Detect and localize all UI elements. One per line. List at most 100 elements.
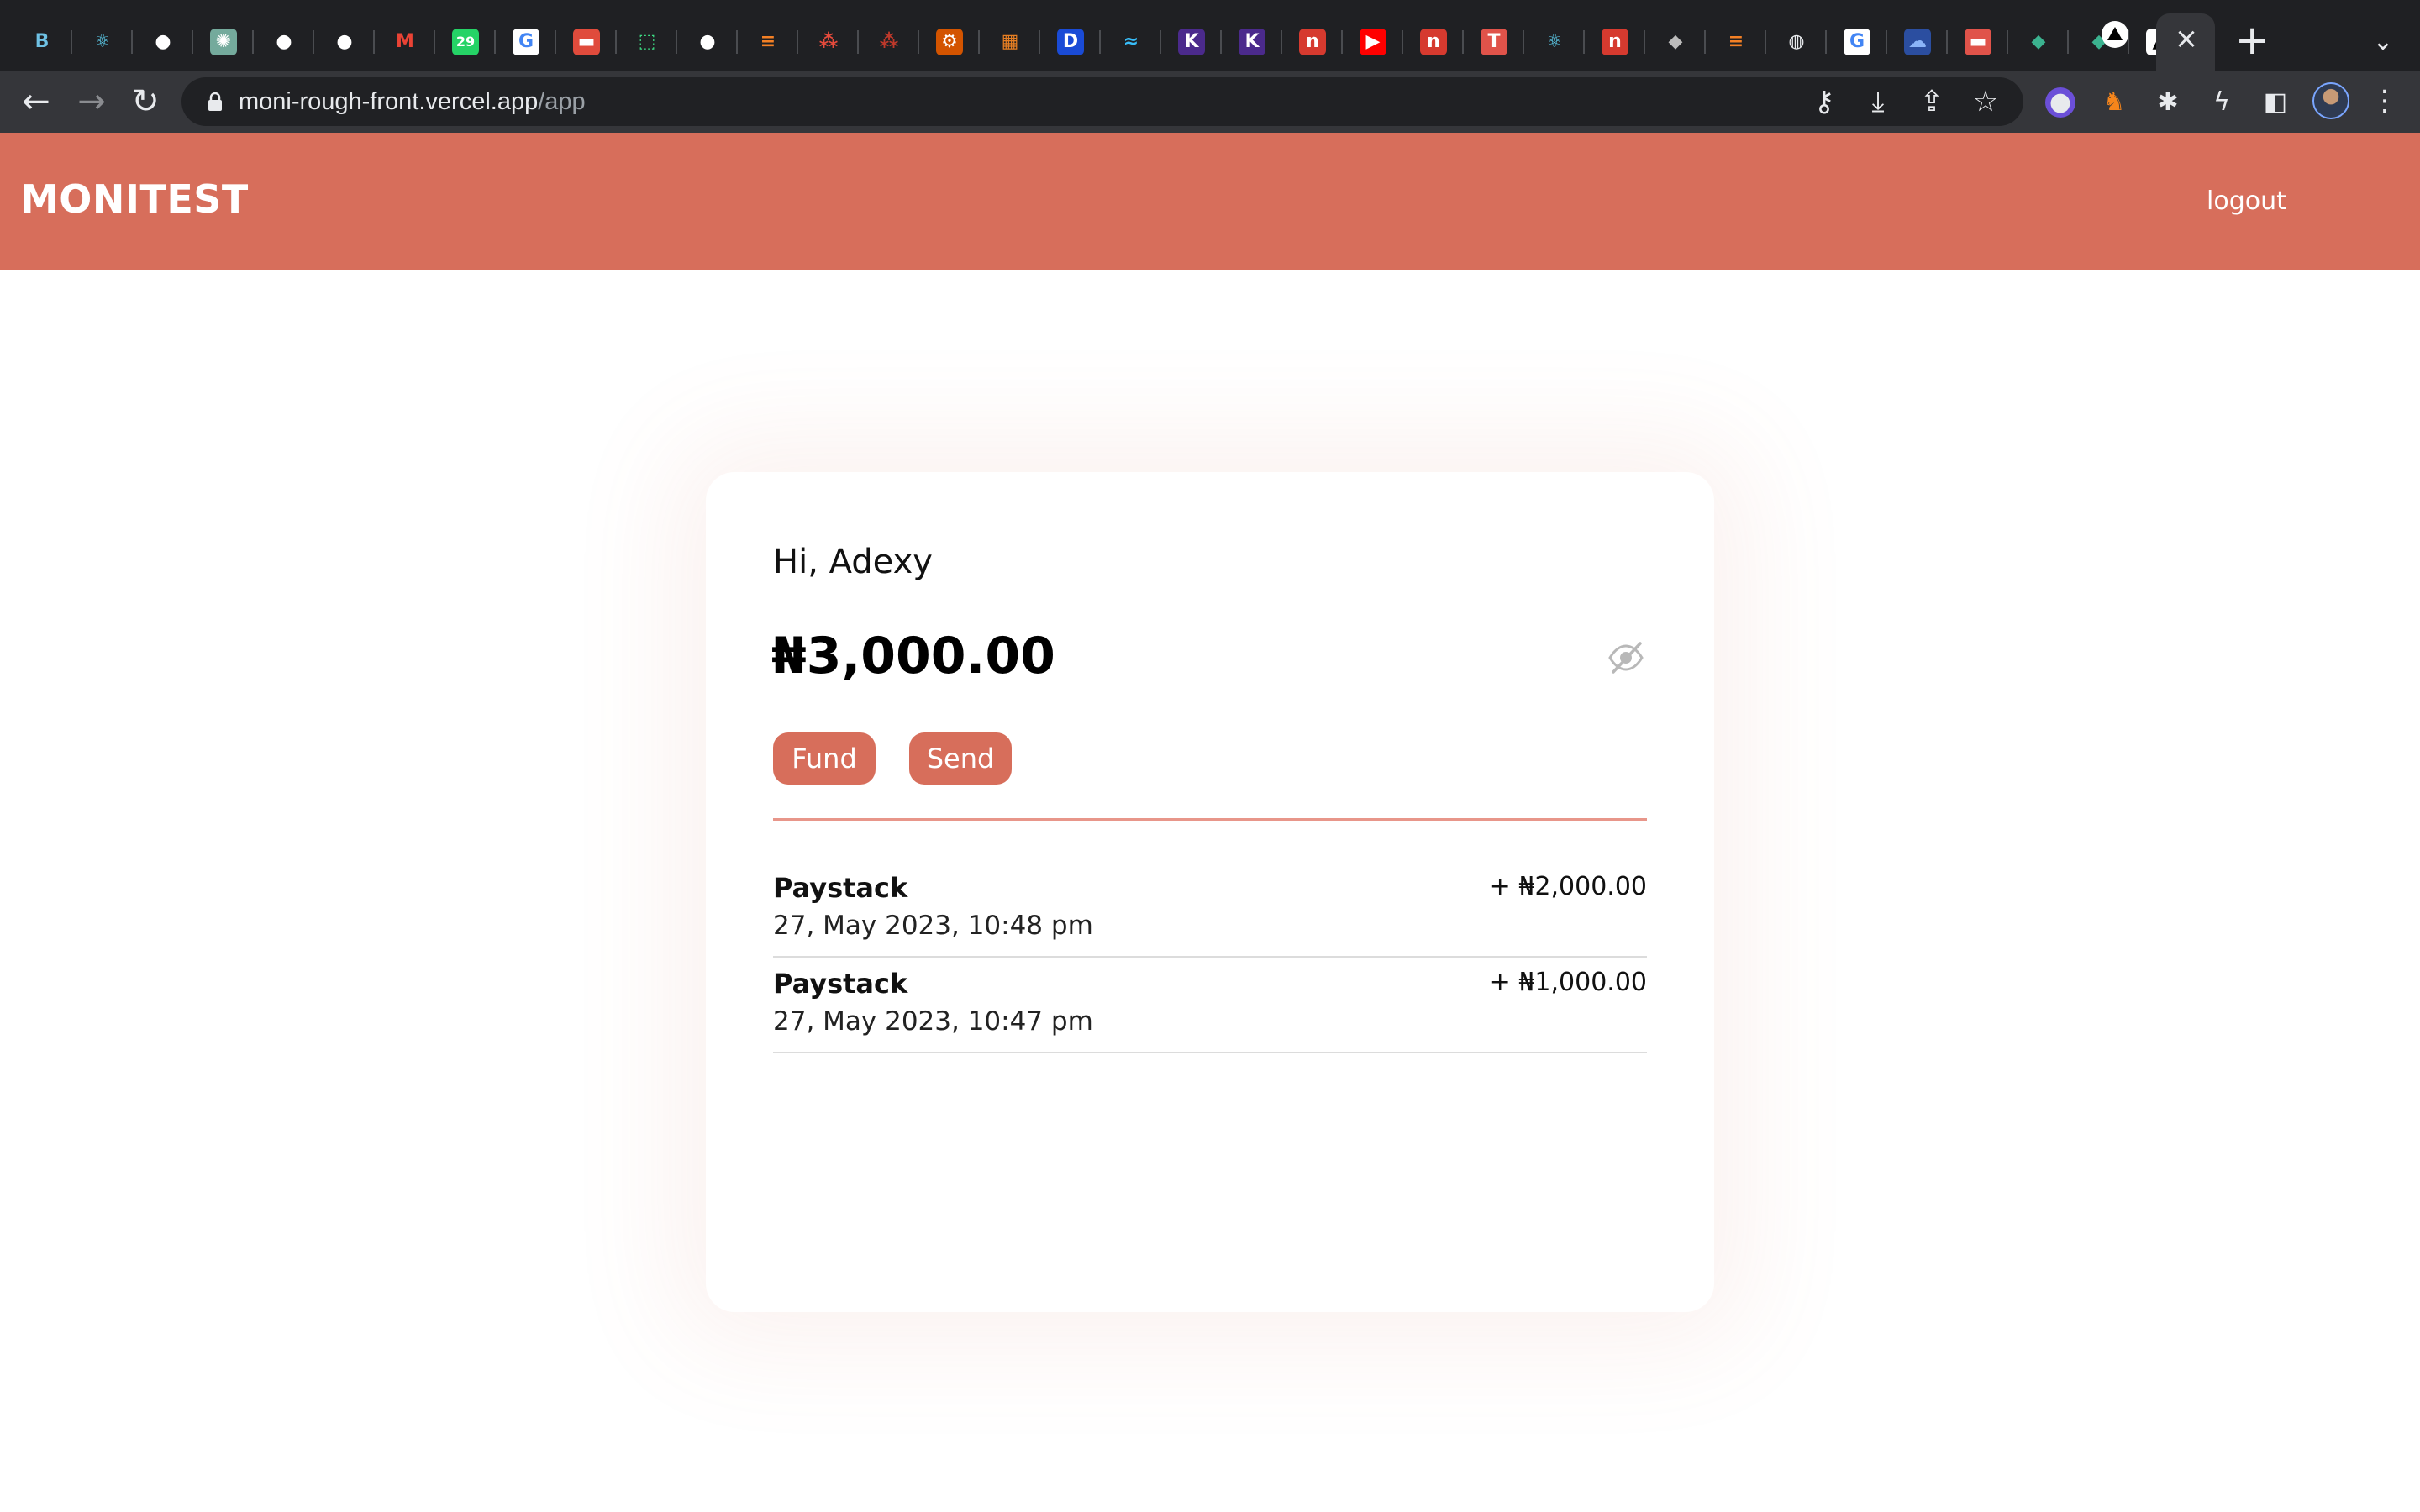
diamond-icon: ◆ xyxy=(2031,31,2046,52)
chatgpt-icon: ✺ xyxy=(210,29,237,55)
pinned-tabs: B⚛●✺●●M29G▬⬚●≡⁂⁂⚙▦D≈KKn▶nT⚛n◆≡◍G☁▬◆◆▲ xyxy=(12,18,2190,66)
pinned-tab[interactable]: n xyxy=(1403,18,1464,66)
pinned-tab[interactable]: M xyxy=(375,18,435,66)
notion-icon: n xyxy=(1602,29,1628,55)
tab-search-chevron-icon[interactable]: ⌄ xyxy=(2368,27,2398,57)
metamask-icon[interactable]: ♞ xyxy=(2099,87,2129,118)
url-host: moni-rough-front.vercel.app xyxy=(239,88,539,115)
new-tab-button[interactable]: + xyxy=(2235,20,2269,60)
dots-app-icon: ⁂ xyxy=(818,31,839,52)
devtools-icon: D xyxy=(1057,29,1084,55)
kotlin-icon: K xyxy=(1239,29,1265,55)
vercel-tab-icon xyxy=(2102,21,2128,48)
stackoverflow-icon: ≡ xyxy=(760,31,776,52)
red-app-icon: ▬ xyxy=(573,29,600,55)
google-icon: G xyxy=(1844,29,1870,55)
pinned-tab[interactable]: ⬚ xyxy=(617,18,677,66)
gear-app-icon: ⚙ xyxy=(936,29,963,55)
pinned-tab[interactable]: ✺ xyxy=(193,18,254,66)
pinned-tab[interactable]: G xyxy=(1827,18,1887,66)
pinned-tab[interactable]: ⚙ xyxy=(919,18,980,66)
url-path: /app xyxy=(538,88,586,115)
pinned-tab[interactable]: ☁ xyxy=(1887,18,1948,66)
side-panel-icon[interactable]: ◧ xyxy=(2260,87,2291,118)
transaction-row[interactable]: Paystack 27, May 2023, 10:48 pm + ₦2,000… xyxy=(773,862,1647,958)
transaction-amount: + ₦2,000.00 xyxy=(1489,872,1647,901)
pinned-tab[interactable]: ● xyxy=(133,18,193,66)
react-icon: ⚛ xyxy=(94,31,111,52)
pinned-tab[interactable]: ● xyxy=(314,18,375,66)
logout-link[interactable]: logout xyxy=(2207,186,2286,216)
pinned-tab[interactable]: ≡ xyxy=(738,18,798,66)
transaction-row[interactable]: Paystack 27, May 2023, 10:47 pm + ₦1,000… xyxy=(773,958,1647,1053)
kotlin-icon: K xyxy=(1178,29,1205,55)
transaction-date: 27, May 2023, 10:48 pm xyxy=(773,911,1093,941)
brand-logo-text[interactable]: MONITEST xyxy=(20,176,249,222)
bolt-extension-icon[interactable]: ϟ xyxy=(2207,87,2237,118)
send-button[interactable]: Send xyxy=(909,732,1012,785)
pinned-tab[interactable]: G xyxy=(496,18,556,66)
bootstrap-icon: B xyxy=(34,31,50,52)
close-tab-icon[interactable]: × xyxy=(2173,24,2200,53)
pinned-tab[interactable]: ◆ xyxy=(2008,18,2069,66)
t-app-icon: T xyxy=(1481,29,1507,55)
cloud-icon: ☁ xyxy=(1904,29,1931,55)
hide-balance-eye-slash-icon[interactable] xyxy=(1607,638,1645,677)
pinned-tab[interactable]: ≈ xyxy=(1101,18,1161,66)
pinned-tab[interactable]: n xyxy=(1282,18,1343,66)
pinned-tab[interactable]: ▬ xyxy=(556,18,617,66)
pinned-tab[interactable]: 29 xyxy=(435,18,496,66)
address-bar[interactable]: moni-rough-front.vercel.app/app ⚷ ⤓ ⇪ ☆ xyxy=(182,77,2023,126)
gmail-icon: M xyxy=(396,31,414,52)
extensions-puzzle-icon[interactable]: ✱ xyxy=(2153,87,2183,118)
pinned-tab[interactable]: K xyxy=(1161,18,1222,66)
pinned-tab[interactable]: D xyxy=(1040,18,1101,66)
forward-arrow-icon[interactable]: → xyxy=(72,82,111,121)
key-icon[interactable]: ⚷ xyxy=(1805,82,1844,121)
share-icon[interactable]: ⇪ xyxy=(1912,82,1951,121)
tailwind-icon: ≈ xyxy=(1123,31,1139,52)
divider xyxy=(773,818,1647,821)
profile-avatar[interactable] xyxy=(2312,82,2349,119)
balance-amount: ₦3,000.00 xyxy=(771,627,1055,685)
install-app-icon[interactable]: ⤓ xyxy=(1859,82,1897,121)
transaction-amount: + ₦1,000.00 xyxy=(1489,968,1647,997)
pinned-tab[interactable]: n xyxy=(1585,18,1645,66)
greeting-text: Hi, Adexy xyxy=(773,543,933,581)
globe-icon: ◍ xyxy=(1788,31,1805,52)
pinned-tab[interactable]: B xyxy=(12,18,72,66)
transaction-name: Paystack xyxy=(773,968,908,1000)
back-arrow-icon[interactable]: ← xyxy=(17,82,55,121)
pinned-tab[interactable]: T xyxy=(1464,18,1524,66)
fund-button[interactable]: Fund xyxy=(773,732,876,785)
box-icon: ◆ xyxy=(1668,31,1683,52)
browser-tab-strip: B⚛●✺●●M29G▬⬚●≡⁂⁂⚙▦D≈KKn▶nT⚛n◆≡◍G☁▬◆◆▲ × … xyxy=(0,0,2420,71)
pay-app-icon: ▬ xyxy=(1965,29,1991,55)
pinned-tab[interactable]: K xyxy=(1222,18,1282,66)
pinned-tab[interactable]: ▬ xyxy=(1948,18,2008,66)
reload-icon[interactable]: ↻ xyxy=(126,82,165,121)
wallet-card: Hi, Adexy ₦3,000.00 Fund Send Paystack 2… xyxy=(706,472,1714,1312)
stackoverflow-icon: ≡ xyxy=(1728,31,1744,52)
pinned-tab[interactable]: ⚛ xyxy=(72,18,133,66)
pinned-tab[interactable]: ▶ xyxy=(1343,18,1403,66)
browser-menu-icon[interactable]: ⋮ xyxy=(2370,84,2400,118)
pinned-tab[interactable]: ⁂ xyxy=(859,18,919,66)
extension-purple-icon[interactable]: ● xyxy=(2045,87,2075,118)
pinned-tab[interactable]: ▦ xyxy=(980,18,1040,66)
pinned-tab[interactable]: ⚛ xyxy=(1524,18,1585,66)
lock-icon xyxy=(208,92,222,111)
transaction-date: 27, May 2023, 10:47 pm xyxy=(773,1006,1093,1037)
bookmark-star-icon[interactable]: ☆ xyxy=(1966,82,2005,121)
whatsapp-icon: 29 xyxy=(452,29,479,55)
pinned-tab[interactable]: ◆ xyxy=(1645,18,1706,66)
youtube-icon: ▶ xyxy=(1360,29,1386,55)
crop-icon: ⬚ xyxy=(638,31,656,52)
pinned-tab[interactable]: ● xyxy=(254,18,314,66)
pinned-tab[interactable]: ● xyxy=(677,18,738,66)
pinned-tab[interactable]: ≡ xyxy=(1706,18,1766,66)
transaction-name: Paystack xyxy=(773,872,908,904)
pinned-tab[interactable]: ⁂ xyxy=(798,18,859,66)
google-icon: G xyxy=(513,29,539,55)
pinned-tab[interactable]: ◍ xyxy=(1766,18,1827,66)
